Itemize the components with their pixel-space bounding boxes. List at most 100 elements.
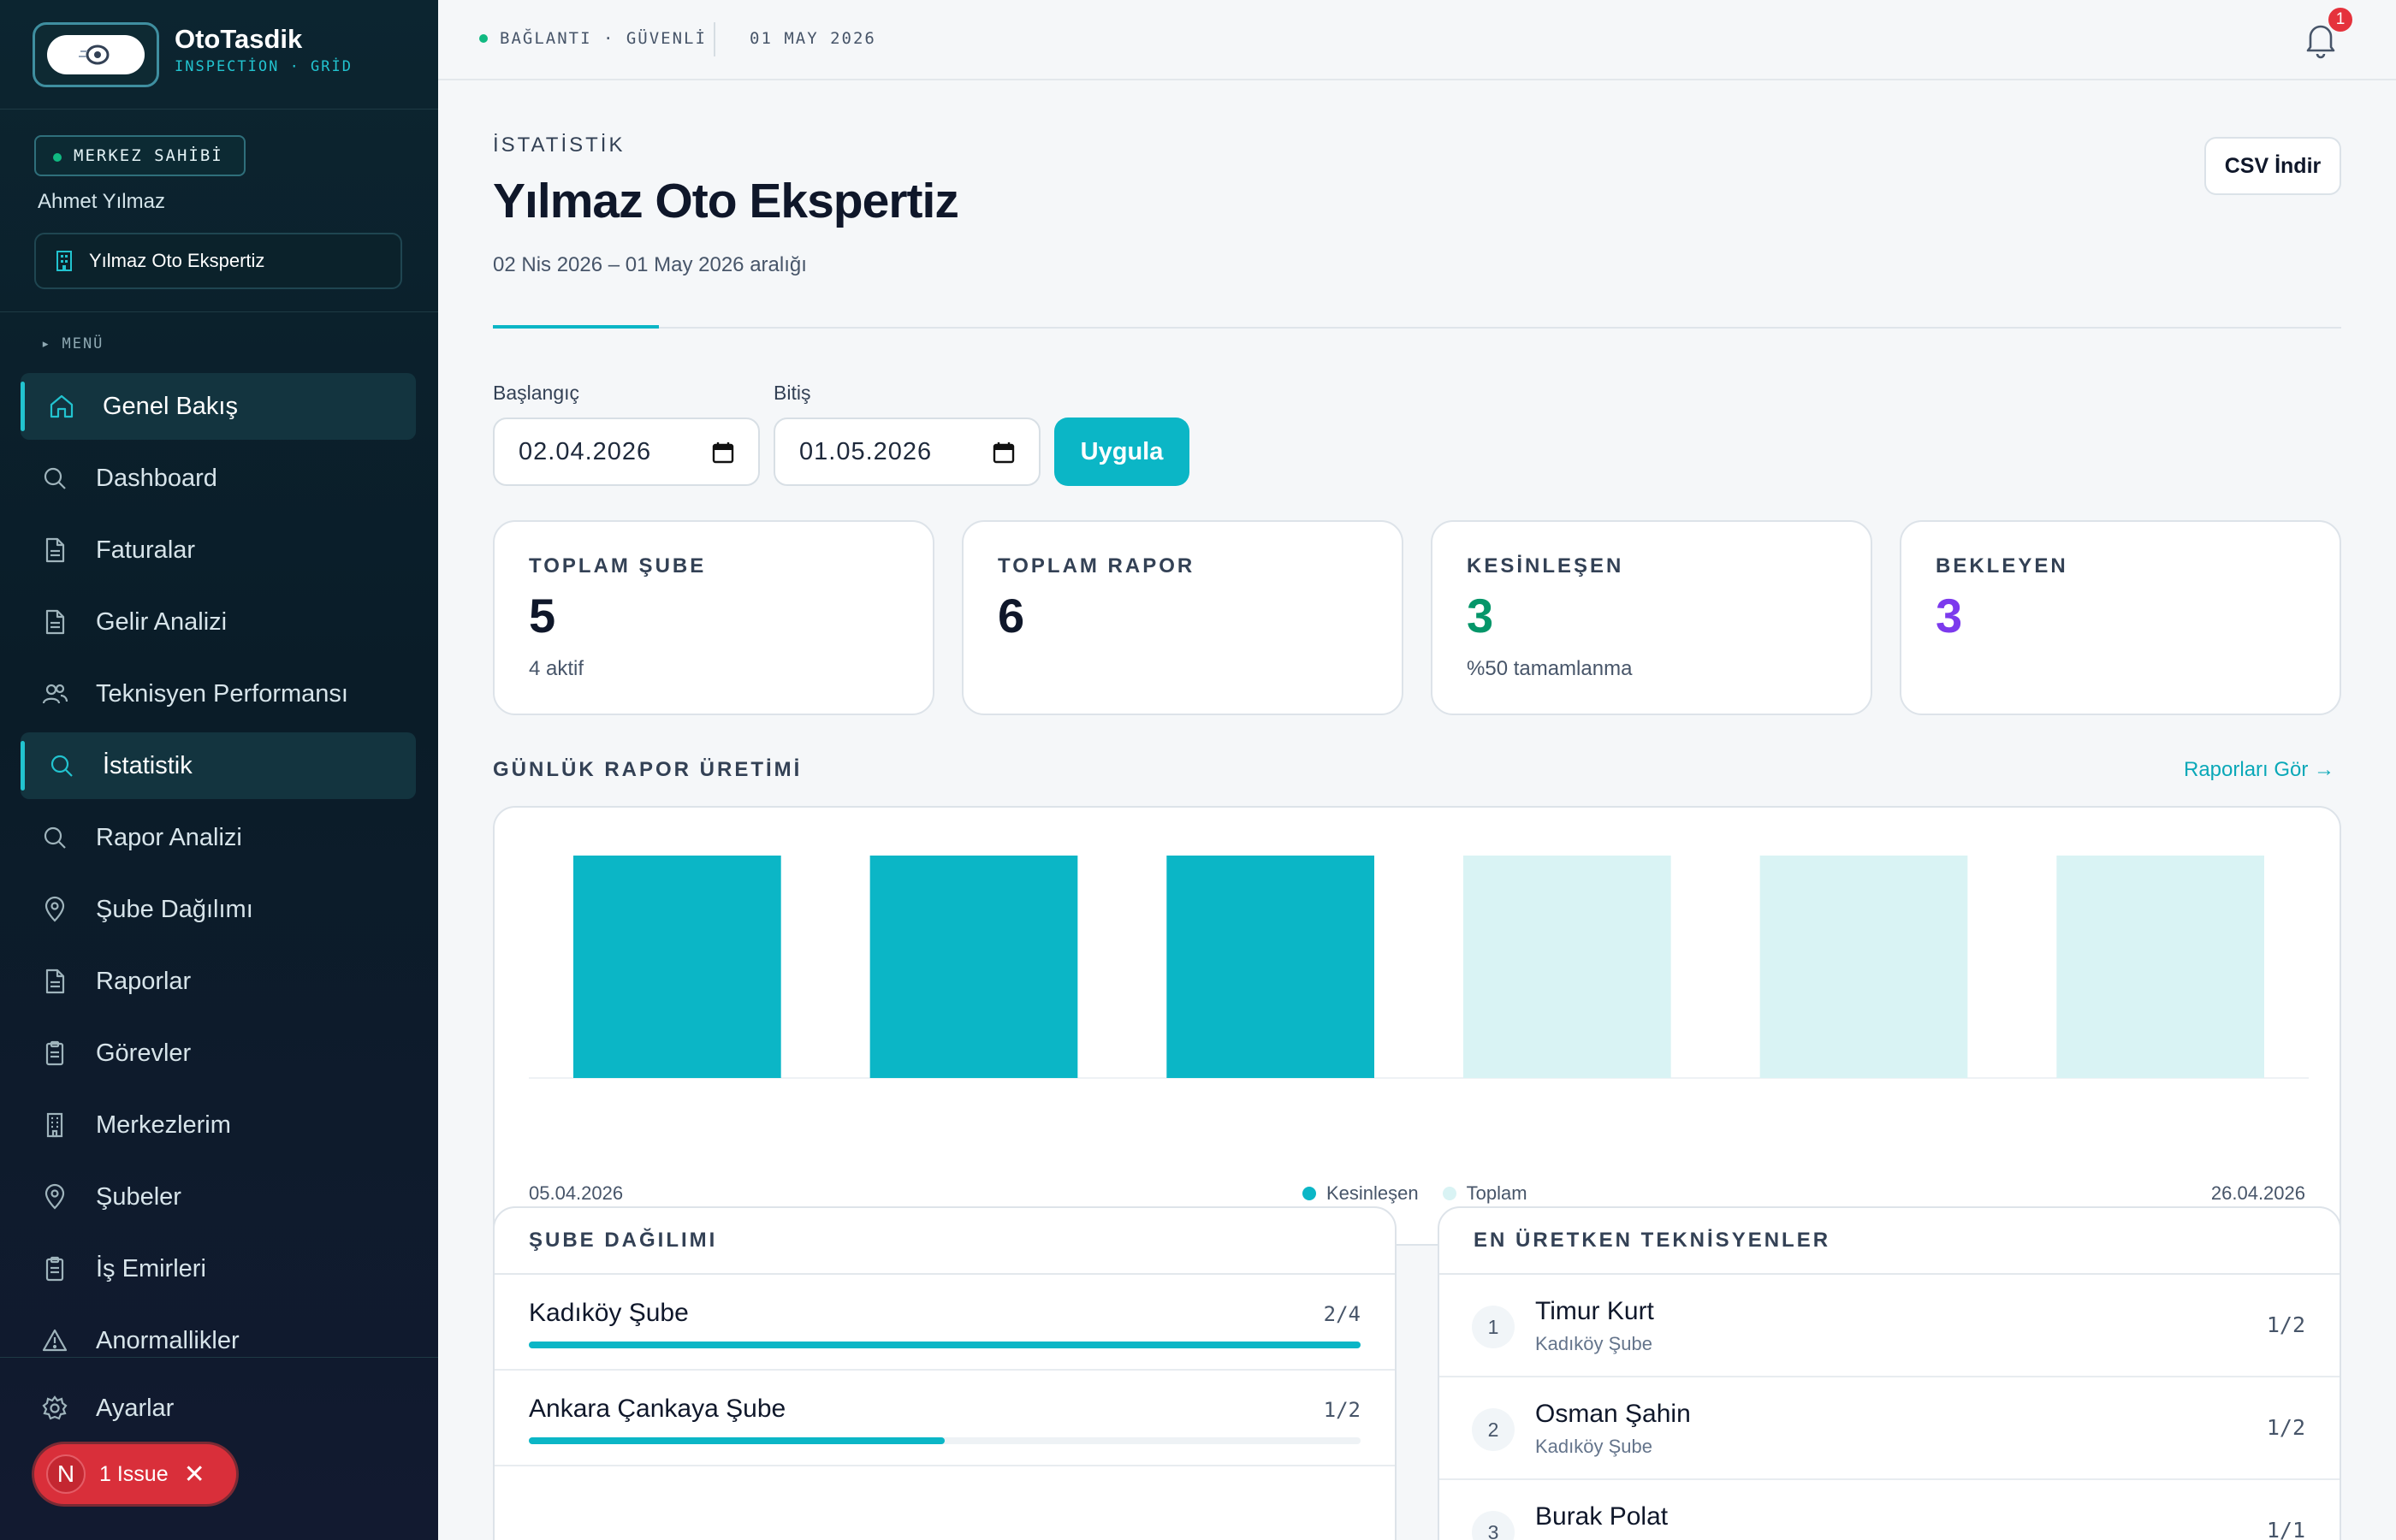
csv-download-button[interactable]: CSV İndir [2204, 137, 2341, 195]
center-name: Yılmaz Oto Ekspertiz [89, 250, 265, 271]
document-icon [41, 968, 74, 995]
technician-score: 1/2 [2266, 1312, 2305, 1337]
close-icon[interactable]: ✕ [184, 1460, 205, 1490]
sidebar-item-label: Faturalar [96, 536, 196, 564]
tab-underline [493, 327, 2341, 329]
stat-card-total-reports: TOPLAM RAPOR 6 [962, 520, 1403, 715]
panel-title: EN ÜRETKEN TEKNİSYENLER [1439, 1208, 2340, 1275]
list-item[interactable]: 3 Burak Polat 1/1 [1439, 1480, 2340, 1540]
bar-total[interactable] [1759, 856, 1968, 1078]
sidebar-item-is-emirleri[interactable]: İş Emirleri [21, 1235, 416, 1302]
center-selector[interactable]: Yılmaz Oto Ekspertiz [34, 233, 402, 289]
bar-finalized[interactable] [1166, 856, 1374, 1078]
nextjs-badge-icon: N [46, 1454, 86, 1494]
sidebar-item-label: Teknisyen Performansı [96, 679, 348, 708]
brand-subtitle: INSPECTİON · GRİD [175, 58, 353, 75]
legend-swatch [1302, 1187, 1316, 1200]
bar-finalized[interactable] [869, 856, 1078, 1078]
apply-button[interactable]: Uygula [1054, 418, 1189, 486]
sidebar-item-label: İstatistik [103, 751, 193, 779]
sidebar-item-label: İş Emirleri [96, 1254, 206, 1282]
tab-active-indicator [493, 325, 659, 329]
stat-value: 3 [1467, 589, 1494, 643]
sidebar-item-istatistik[interactable]: İstatistik [21, 732, 416, 799]
end-date-input[interactable]: 01.05.2026 [774, 418, 1041, 486]
list-item[interactable]: 1 Timur Kurt Kadıköy Şube 1/2 [1439, 1275, 2340, 1377]
page-title: Yılmaz Oto Ekspertiz [493, 174, 959, 228]
legend-label: Kesinleşen [1326, 1182, 1419, 1204]
progress-track [529, 1437, 1361, 1444]
status-dot-icon [479, 34, 488, 43]
calendar-icon[interactable] [712, 441, 734, 471]
sidebar-item-sube-dagilimi[interactable]: Şube Dağılımı [21, 876, 416, 943]
branch-name: Kadıköy Şube [529, 1299, 689, 1327]
stat-sub: %50 tamamlanma [1467, 657, 1633, 680]
technician-score: 1/2 [2266, 1415, 2305, 1440]
logo[interactable] [33, 22, 159, 87]
list-item[interactable]: 2 Osman Şahin Kadıköy Şube 1/2 [1439, 1377, 2340, 1480]
top-technicians-panel: EN ÜRETKEN TEKNİSYENLER 1 Timur Kurt Kad… [1438, 1206, 2341, 1540]
bar-chart-svg [529, 856, 2309, 1079]
sidebar-item-dashboard[interactable]: Dashboard [21, 445, 416, 512]
sidebar-item-label: Ayarlar [96, 1394, 175, 1422]
sidebar-item-ayarlar[interactable]: Ayarlar [21, 1375, 416, 1442]
end-date-value: 01.05.2026 [799, 437, 933, 465]
legend-swatch [1442, 1187, 1456, 1200]
technician-name: Timur Kurt [1535, 1297, 1654, 1325]
sidebar-item-teknisyen-performansi[interactable]: Teknisyen Performansı [21, 660, 416, 727]
start-date-input[interactable]: 02.04.2026 [493, 418, 760, 486]
view-reports-link[interactable]: Raporları Gör → [2184, 758, 2334, 782]
role-label: MERKEZ SAHİBİ [74, 146, 223, 165]
document-icon [41, 608, 74, 636]
legend-label: Toplam [1466, 1182, 1527, 1204]
sidebar-item-subeler[interactable]: Şubeler [21, 1164, 416, 1230]
daily-chart: 05.04.2026 Kesinleşen Toplam 26.04.2026 [493, 806, 2341, 1246]
issue-label: 1 Issue [99, 1461, 169, 1486]
search-icon [41, 465, 74, 492]
sidebar-item-genel-bakis[interactable]: Genel Bakış [21, 373, 416, 440]
sidebar-item-gorevler[interactable]: Görevler [21, 1020, 416, 1087]
sidebar-item-rapor-analizi[interactable]: Rapor Analizi [21, 804, 416, 871]
sidebar-item-label: Şube Dağılımı [96, 895, 253, 923]
issue-indicator[interactable]: N 1 Issue ✕ [34, 1444, 236, 1504]
sidebar: OtoTasdik INSPECTİON · GRİD MERKEZ SAHİB… [0, 0, 438, 1540]
document-icon [41, 536, 74, 564]
legend-item-finalized: Kesinleşen [1302, 1182, 1419, 1205]
building-icon [55, 250, 74, 272]
date-range-text: 02 Nis 2026 – 01 May 2026 aralığı [493, 253, 807, 276]
bar-total[interactable] [2056, 856, 2264, 1078]
building-icon [41, 1111, 74, 1139]
warning-icon [41, 1327, 74, 1354]
stat-label: TOPLAM RAPOR [998, 554, 1195, 578]
stat-value: 3 [1936, 589, 1963, 643]
menu-header: ▸ MENÜ [41, 335, 104, 352]
list-item[interactable]: Ankara Çankaya Şube 1/2 [495, 1371, 1395, 1466]
connection-label: BAĞLANTI · GÜVENLİ [500, 29, 707, 48]
rank-badge: 2 [1472, 1408, 1515, 1451]
sidebar-item-merkezlerim[interactable]: Merkezlerim [21, 1092, 416, 1158]
progress-fill [529, 1437, 945, 1444]
users-icon [41, 680, 74, 708]
brand-name: OtoTasdik [175, 24, 303, 54]
bar-total[interactable] [1463, 856, 1671, 1078]
clipboard-icon [41, 1255, 74, 1282]
sidebar-item-faturalar[interactable]: Faturalar [21, 517, 416, 583]
start-date-label: Başlangıç [493, 382, 580, 404]
connection-status: BAĞLANTI · GÜVENLİ [479, 29, 707, 48]
calendar-icon[interactable] [993, 441, 1015, 471]
branch-count: 1/2 [1323, 1398, 1361, 1422]
sidebar-item-label: Merkezlerim [96, 1111, 231, 1139]
sidebar-item-raporlar[interactable]: Raporlar [21, 948, 416, 1015]
branch-count: 2/4 [1323, 1302, 1361, 1326]
main-content: İSTATİSTİK Yılmaz Oto Ekspertiz 02 Nis 2… [438, 80, 2396, 1540]
sidebar-item-label: Rapor Analizi [96, 823, 242, 851]
sidebar-item-gelir-analizi[interactable]: Gelir Analizi [21, 589, 416, 655]
sidebar-item-label: Raporlar [96, 967, 192, 995]
list-item[interactable]: Kadıköy Şube 2/4 [495, 1275, 1395, 1371]
divider [714, 22, 715, 56]
bar-finalized[interactable] [573, 856, 781, 1078]
start-date-value: 02.04.2026 [519, 437, 652, 465]
status-dot-icon [53, 153, 62, 162]
stat-label: BEKLEYEN [1936, 554, 2068, 578]
car-logo-icon [79, 44, 110, 65]
